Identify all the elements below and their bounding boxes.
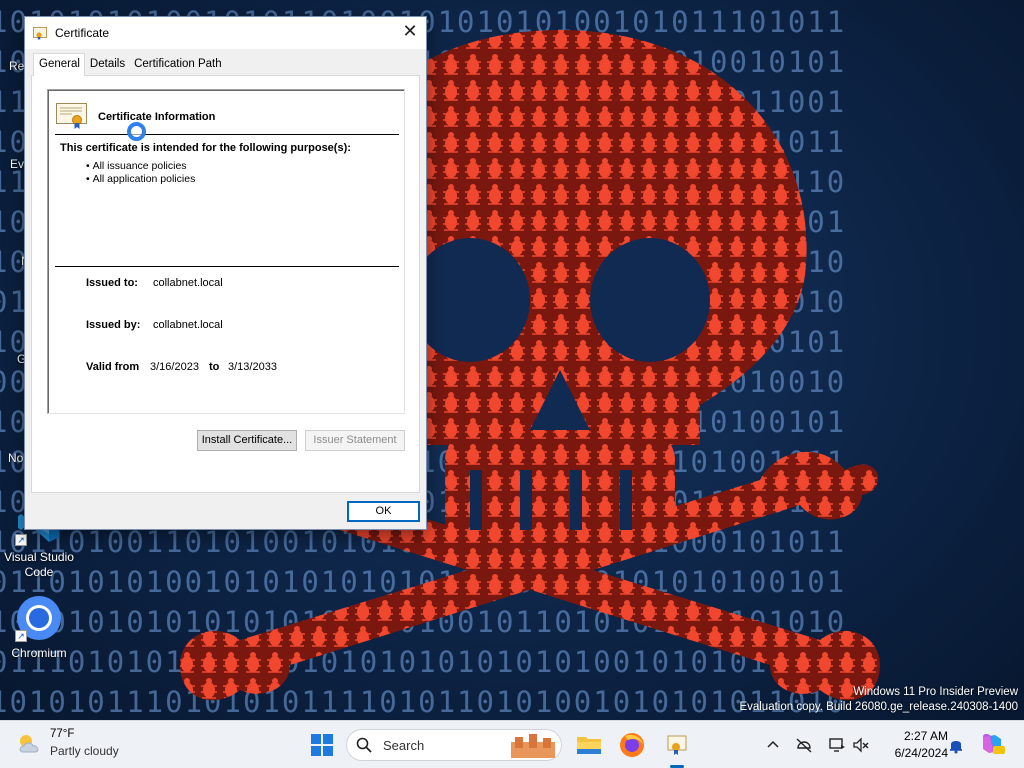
chromium-icon: ↗ — [15, 594, 63, 642]
valid-from-label: Valid from — [86, 361, 140, 373]
firefox-icon[interactable] — [617, 730, 647, 760]
desktop-label-partial-1[interactable]: Re — [9, 59, 24, 73]
desktop-label-partial-5[interactable]: No — [8, 451, 23, 465]
watermark-line1: Windows 11 Pro Insider Preview — [853, 686, 1018, 698]
shortcut-arrow-icon: ↗ — [15, 630, 27, 642]
close-icon[interactable]: ✕ — [394, 17, 426, 47]
valid-from-value: 3/16/2023 — [150, 361, 199, 373]
valid-to-label: to — [209, 361, 220, 373]
partly-cloudy-icon — [19, 735, 39, 753]
weather-condition: Partly cloudy — [50, 744, 119, 758]
purpose-heading: This certificate is intended for the fol… — [60, 142, 351, 154]
copilot-icon[interactable] — [979, 731, 1005, 757]
certificate-dialog: Certificate ✕ General Details Certificat… — [24, 16, 427, 530]
valid-to-value: 3/13/2033 — [228, 361, 277, 373]
desktop-icon-chromium[interactable]: ↗ Chromium — [1, 594, 77, 661]
certificate-information-box: Certificate Information This certificate… — [47, 89, 405, 414]
watermark-line2: Evaluation copy. Build 26080.ge_release.… — [739, 701, 1018, 713]
dialog-titlebar[interactable]: Certificate ✕ — [25, 17, 426, 49]
issued-to-value: collabnet.local — [153, 277, 223, 289]
tab-general[interactable]: General — [33, 53, 85, 76]
search-highlight-art-icon — [511, 734, 555, 758]
desktop-icon-label: Visual Studio Code — [4, 550, 74, 579]
mouse-cursor-indicator — [127, 122, 146, 141]
weather-temperature: 77°F — [50, 728, 75, 740]
desktop-icon-label: Chromium — [11, 646, 67, 660]
issuer-statement-button[interactable]: Issuer Statement — [305, 430, 405, 451]
search-icon — [356, 737, 372, 753]
file-explorer-icon[interactable] — [574, 730, 604, 760]
heading-divider — [55, 134, 399, 135]
bell-icon[interactable] — [947, 736, 965, 754]
shortcut-arrow-icon: ↗ — [15, 534, 27, 546]
certificate-icon — [33, 27, 47, 40]
install-certificate-button[interactable]: Install Certificate... — [197, 430, 297, 451]
clock-date: 6/24/2024 — [894, 746, 948, 760]
windows-watermark: Windows 11 Pro Insider Preview Evaluatio… — [739, 685, 1018, 715]
purpose-list: All issuance policies All application po… — [86, 160, 196, 186]
purpose-divider — [55, 266, 399, 267]
taskbar-search-box[interactable]: Search — [346, 729, 562, 761]
ok-button[interactable]: OK — [347, 501, 420, 522]
purpose-item: All issuance policies — [86, 160, 195, 173]
tab-details[interactable]: Details — [85, 55, 129, 76]
general-tab-panel: Certificate Information This certificate… — [31, 75, 420, 493]
purpose-item: All application policies — [86, 173, 196, 186]
tab-strip: General Details Certification Path — [33, 53, 226, 76]
issued-by-value: collabnet.local — [153, 319, 223, 331]
certificate-app-icon[interactable] — [662, 730, 692, 760]
issued-to-label: Issued to: — [86, 277, 138, 289]
windows-start-icon[interactable] — [307, 730, 337, 760]
tab-certification-path[interactable]: Certification Path — [129, 55, 226, 76]
display-icon[interactable] — [828, 736, 846, 754]
certificate-large-icon — [56, 103, 87, 129]
issued-by-label: Issued by: — [86, 319, 141, 331]
desktop-label-partial-2[interactable]: Ev — [10, 157, 24, 171]
certificate-information-heading: Certificate Information — [98, 111, 216, 123]
clock-time: 2:27 AM — [903, 729, 948, 743]
dialog-title: Certificate — [55, 26, 110, 40]
volume-muted-icon[interactable] — [852, 736, 870, 754]
taskbar-clock[interactable]: 2:27 AM 6/24/2024 — [876, 728, 948, 762]
search-placeholder: Search — [383, 738, 425, 753]
network-off-icon[interactable] — [795, 736, 813, 754]
chevron-up-icon[interactable] — [764, 736, 782, 754]
taskbar: 77°F Partly cloudy Search 2:27 AM 6/24/2… — [0, 720, 1024, 768]
